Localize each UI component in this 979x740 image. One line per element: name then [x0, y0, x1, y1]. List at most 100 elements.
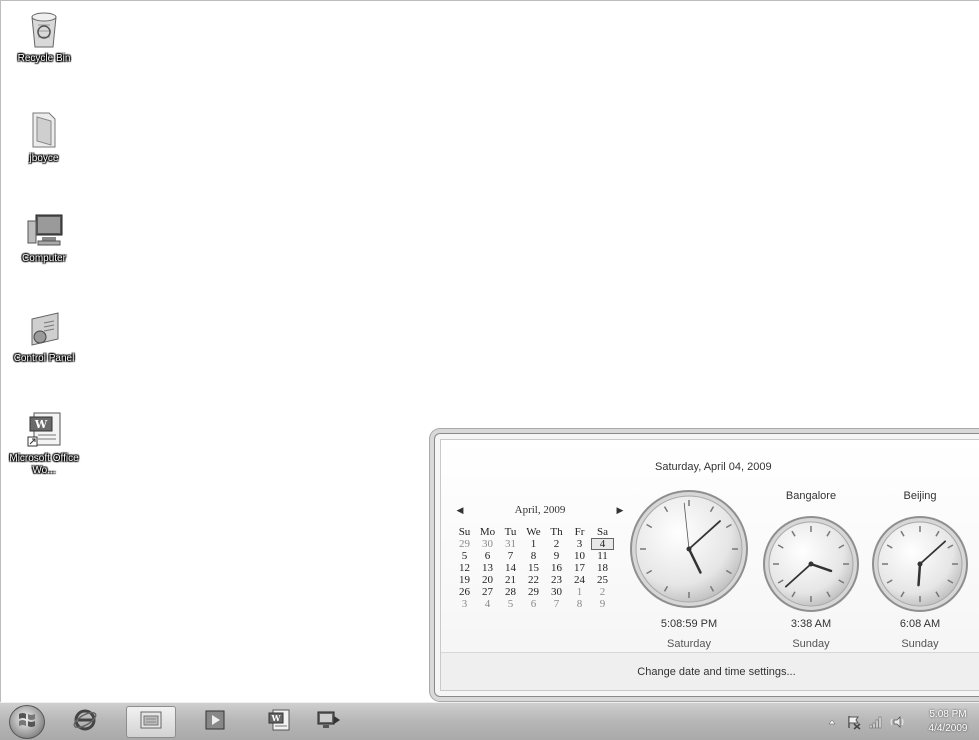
clock-day: Sunday — [792, 638, 830, 650]
calendar-day[interactable]: 7 — [499, 550, 522, 562]
calendar-day[interactable]: 3 — [453, 598, 476, 610]
analog-clock-face — [763, 516, 859, 612]
system-clock[interactable]: 5:08 PM 4/4/2009 — [917, 708, 979, 736]
folder-library-icon — [138, 708, 164, 736]
taskbar-media-player[interactable] — [190, 706, 240, 738]
next-month-icon[interactable]: ▶ — [613, 505, 627, 516]
taskbar-windows-explorer[interactable] — [126, 706, 176, 738]
calendar-day[interactable]: 12 — [453, 562, 476, 574]
action-center-flag-icon[interactable] — [845, 713, 863, 731]
user-folder-icon — [24, 109, 64, 149]
clock-hour-hand — [917, 562, 922, 587]
calendar-day[interactable]: 4 — [476, 598, 499, 610]
taskbar-internet-explorer[interactable] — [60, 706, 110, 738]
control-panel-shortcut[interactable]: Control Panel — [7, 309, 81, 365]
calendar-day[interactable]: 2 — [545, 538, 568, 550]
calendar-day[interactable]: 23 — [545, 574, 568, 586]
prev-month-icon[interactable]: ◀ — [453, 505, 467, 516]
weekday-header: Th — [550, 526, 563, 538]
change-date-time-settings-link[interactable]: Change date and time settings... — [637, 666, 795, 678]
calendar-day[interactable]: 1 — [522, 538, 545, 550]
analog-clock-face — [872, 516, 968, 612]
desktop-icon-label: Recycle Bin — [17, 53, 71, 64]
media-player-icon — [203, 708, 227, 736]
desktop-icon-label: Control Panel — [13, 353, 75, 364]
calendar-day[interactable]: 9 — [591, 598, 614, 610]
svg-text:W: W — [271, 713, 282, 723]
recycle-bin-icon — [24, 9, 64, 49]
calendar-day[interactable]: 31 — [499, 538, 522, 550]
calendar-day[interactable]: 26 — [453, 586, 476, 598]
calendar-day[interactable]: 24 — [568, 574, 591, 586]
calendar-day[interactable]: 10 — [568, 550, 591, 562]
calendar-day[interactable]: 22 — [522, 574, 545, 586]
calendar-day[interactable]: 20 — [476, 574, 499, 586]
calendar-day[interactable]: 1 — [568, 586, 591, 598]
calendar-day[interactable]: 30 — [545, 586, 568, 598]
calendar-day[interactable]: 6 — [476, 550, 499, 562]
calendar-day[interactable]: 8 — [522, 550, 545, 562]
calendar-day[interactable]: 11 — [591, 550, 614, 562]
taskbar: W 5:08 PM 4/4/2009 — [0, 702, 979, 740]
calendar-day[interactable]: 27 — [476, 586, 499, 598]
clock-time: 5:08:59 PM — [660, 618, 718, 630]
calendar-day[interactable]: 16 — [545, 562, 568, 574]
calendar-day[interactable]: 6 — [522, 598, 545, 610]
weekday-header: Fr — [574, 526, 585, 538]
calendar-day[interactable]: 14 — [499, 562, 522, 574]
computer-shortcut[interactable]: Computer — [7, 209, 81, 265]
taskbar-remote-desktop[interactable] — [304, 706, 354, 738]
windows-start-icon — [17, 710, 37, 734]
calendar-day[interactable]: 2 — [591, 586, 614, 598]
internet-explorer-icon — [72, 707, 98, 737]
calendar-day[interactable]: 5 — [499, 598, 522, 610]
calendar-day[interactable]: 19 — [453, 574, 476, 586]
flyout-footer: Change date and time settings... — [441, 652, 979, 690]
svg-text:W: W — [34, 418, 48, 431]
clock-city-name: Beijing — [903, 490, 937, 502]
calendar-month-label[interactable]: April, 2009 — [515, 504, 566, 516]
calendar-day[interactable]: 21 — [499, 574, 522, 586]
calendar-day[interactable]: 29 — [522, 586, 545, 598]
additional-clock-bangalore: Bangalore 3:38 AM Sunday — [761, 490, 861, 658]
additional-clock-beijing: Beijing 6:08 AM Sunday — [870, 490, 970, 658]
calendar-nav: ◀ April, 2009 ▶ — [453, 502, 627, 518]
calendar-day[interactable]: 28 — [499, 586, 522, 598]
user-folder-shortcut[interactable]: jboyce — [7, 109, 81, 165]
volume-speaker-icon[interactable] — [889, 713, 907, 731]
calendar-day[interactable]: 25 — [591, 574, 614, 586]
full-date-heading[interactable]: Saturday, April 04, 2009 — [655, 461, 772, 473]
word-shortcut[interactable]: W Microsoft Office Wo... — [7, 409, 81, 477]
remote-desktop-icon — [315, 708, 343, 736]
network-signal-icon[interactable] — [867, 713, 885, 731]
calendar-day[interactable]: 30 — [476, 538, 499, 550]
show-hidden-icons-icon[interactable] — [823, 713, 841, 731]
calendar-day[interactable]: 18 — [591, 562, 614, 574]
calendar-day[interactable]: 5 — [453, 550, 476, 562]
control-panel-icon — [24, 309, 64, 349]
recycle-bin-shortcut[interactable]: Recycle Bin — [7, 9, 81, 65]
taskbar-word[interactable]: W — [254, 706, 304, 738]
calendar-day[interactable]: 8 — [568, 598, 591, 610]
start-button[interactable] — [9, 705, 45, 739]
calendar-day[interactable]: 13 — [476, 562, 499, 574]
clock-day: Saturday — [666, 638, 712, 650]
calendar-day[interactable]: 9 — [545, 550, 568, 562]
clock-time: 6:08 AM — [899, 618, 941, 630]
calendar-day[interactable]: 15 — [522, 562, 545, 574]
flyout-body: Saturday, April 04, 2009 ◀ April, 2009 ▶… — [440, 439, 979, 691]
weekday-header: We — [526, 526, 541, 538]
calendar-day-today[interactable]: 4 — [591, 538, 614, 550]
notification-area: 5:08 PM 4/4/2009 — [821, 703, 979, 740]
calendar-grid: Su Mo Tu We Th Fr Sa 29 30 31 1 2 3 4 5 6 7 8 9 10 11 12 13 14 1… — [453, 526, 627, 610]
local-clock: 5:08:59 PM Saturday — [628, 488, 750, 658]
calendar-day[interactable]: 17 — [568, 562, 591, 574]
word-icon: W — [266, 707, 292, 737]
calendar-day[interactable]: 3 — [568, 538, 591, 550]
calendar-day[interactable]: 7 — [545, 598, 568, 610]
desktop-icon-label: jboyce — [29, 153, 59, 164]
computer-icon — [24, 209, 64, 249]
calendar-day[interactable]: 29 — [453, 538, 476, 550]
word-shortcut-icon: W — [24, 409, 64, 449]
clock-center-pin — [808, 561, 814, 567]
